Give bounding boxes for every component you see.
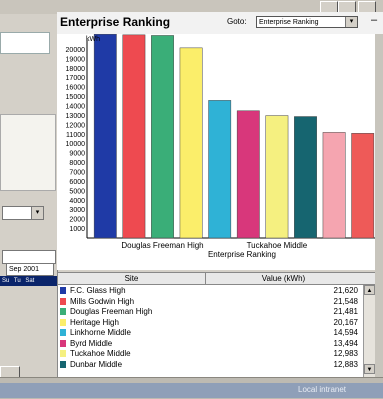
x-tick-label: Douglas Freeman High bbox=[121, 241, 203, 250]
site-value: 21,620 bbox=[333, 286, 358, 295]
sidebar-period-dropdown[interactable] bbox=[2, 250, 56, 264]
bar bbox=[179, 47, 203, 239]
y-tick-label: 10000 bbox=[66, 141, 86, 148]
goto-value: Enterprise Ranking bbox=[259, 19, 319, 26]
scroll-up-icon[interactable]: ▲ bbox=[364, 285, 375, 295]
site-name: Dunbar Middle bbox=[70, 359, 123, 369]
table-row[interactable]: Dunbar Middle 12,883 bbox=[58, 360, 363, 369]
series-swatch bbox=[60, 297, 66, 305]
site-value: 12,883 bbox=[333, 359, 358, 369]
status-zone: Local intranet bbox=[298, 385, 347, 394]
column-header-site[interactable]: Site bbox=[58, 273, 206, 284]
minimize-button[interactable]: – bbox=[371, 14, 377, 26]
table-row[interactable]: Byrd Middle 13,494 bbox=[58, 339, 363, 348]
bar bbox=[208, 100, 232, 239]
y-tick-label: 20000 bbox=[66, 47, 86, 54]
y-tick-label: 5000 bbox=[69, 188, 85, 195]
bar bbox=[265, 115, 289, 239]
y-tick-label: 14000 bbox=[66, 104, 86, 111]
y-tick-label: 16000 bbox=[66, 85, 86, 92]
site-name: Tuckahoe Middle bbox=[70, 349, 131, 358]
site-value: 14,594 bbox=[333, 328, 358, 337]
sidebar-panel bbox=[0, 114, 56, 191]
table-row[interactable]: Mills Godwin High 21,548 bbox=[58, 297, 363, 306]
site-name: Linkhorne Middle bbox=[70, 328, 131, 337]
chevron-down-icon[interactable]: ▾ bbox=[31, 207, 43, 219]
y-tick-label: 12000 bbox=[66, 122, 86, 129]
y-tick-label: 6000 bbox=[69, 179, 85, 186]
y-tick-label: 11000 bbox=[66, 132, 85, 139]
sidebar-tree-box bbox=[0, 32, 50, 54]
sidebar-dropdown[interactable]: ▾ bbox=[2, 206, 44, 220]
y-tick-label: 7000 bbox=[69, 170, 85, 177]
table-body: F.C. Glass High 21,620 Mills Godwin High 21… bbox=[58, 286, 363, 376]
bar bbox=[93, 33, 117, 239]
y-tick-label: 17000 bbox=[66, 75, 86, 82]
site-name: Mills Godwin High bbox=[70, 296, 135, 306]
goto-label: Goto: bbox=[227, 17, 247, 26]
bar bbox=[322, 132, 346, 239]
bar bbox=[294, 116, 317, 239]
series-swatch bbox=[60, 318, 66, 326]
chevron-down-icon[interactable]: ▾ bbox=[345, 17, 357, 27]
y-tick-label: 13000 bbox=[66, 113, 86, 120]
series-swatch bbox=[60, 360, 66, 368]
site-value: 20,167 bbox=[333, 317, 358, 327]
column-header-value[interactable]: Value (kWh) bbox=[206, 273, 361, 284]
site-value: 21,548 bbox=[333, 296, 358, 306]
table-row[interactable]: Douglas Freeman High 21,481 bbox=[58, 307, 363, 316]
site-name: Heritage High bbox=[70, 317, 119, 327]
table-row[interactable]: F.C. Glass High 21,620 bbox=[58, 286, 363, 295]
window-right-edge bbox=[375, 34, 383, 377]
date-field[interactable]: Sep 2001 bbox=[6, 263, 54, 276]
ranking-table: Site Value (kWh) F.C. Glass High 21,620 Mi… bbox=[57, 272, 377, 378]
series-swatch bbox=[60, 350, 66, 357]
report-header: Enterprise Ranking Goto: Enterprise Rank… bbox=[57, 12, 383, 35]
bar bbox=[351, 133, 375, 239]
calendar-header: Su Tu Sat bbox=[0, 276, 58, 286]
left-sidebar: ▾ Sep 2001 Su Tu Sat bbox=[0, 14, 58, 382]
x-tick-label: Tuckahoe Middle bbox=[247, 241, 308, 250]
site-value: 12,983 bbox=[333, 349, 358, 358]
series-swatch bbox=[60, 329, 66, 336]
goto-select[interactable]: Enterprise Ranking ▾ bbox=[256, 16, 358, 28]
site-value: 21,481 bbox=[333, 307, 358, 316]
y-tick-label: 9000 bbox=[69, 151, 85, 158]
site-value: 13,494 bbox=[333, 338, 358, 348]
page-title: Enterprise Ranking bbox=[60, 15, 171, 29]
y-tick-label: 1000 bbox=[69, 226, 85, 233]
table-row[interactable]: Heritage High 20,167 bbox=[58, 318, 363, 327]
bar bbox=[151, 35, 174, 239]
y-tick-label: 19000 bbox=[66, 56, 86, 63]
x-axis-label: Enterprise Ranking bbox=[208, 250, 276, 259]
table-row[interactable]: Tuckahoe Middle 12,983 bbox=[58, 349, 363, 358]
chart-area: kWh 1000 2000 3000 4000 5000 6000 7000 8000 9000… bbox=[57, 33, 383, 270]
y-tick-label: 15000 bbox=[66, 94, 86, 101]
table-row[interactable]: Linkhorne Middle 14,594 bbox=[58, 328, 363, 337]
scroll-down-icon[interactable]: ▼ bbox=[364, 364, 375, 374]
bar-chart: 1000 2000 3000 4000 5000 6000 7000 8000 9000 1000… bbox=[66, 33, 377, 259]
y-axis-unit: kWh bbox=[86, 36, 100, 43]
series-swatch bbox=[60, 339, 66, 347]
site-name: Byrd Middle bbox=[70, 338, 113, 348]
site-name: F.C. Glass High bbox=[70, 286, 126, 295]
y-tick-label: 3000 bbox=[69, 207, 85, 214]
table-header: Site Value (kWh) bbox=[58, 273, 376, 285]
bar bbox=[122, 34, 146, 239]
y-tick-label: 18000 bbox=[66, 66, 86, 73]
site-name: Douglas Freeman High bbox=[70, 307, 153, 316]
y-tick-label: 8000 bbox=[69, 160, 85, 167]
series-swatch bbox=[60, 287, 66, 294]
series-swatch bbox=[60, 308, 66, 315]
y-tick-label: 2000 bbox=[69, 217, 85, 224]
y-tick-label: 4000 bbox=[69, 198, 85, 205]
bar bbox=[236, 110, 260, 239]
